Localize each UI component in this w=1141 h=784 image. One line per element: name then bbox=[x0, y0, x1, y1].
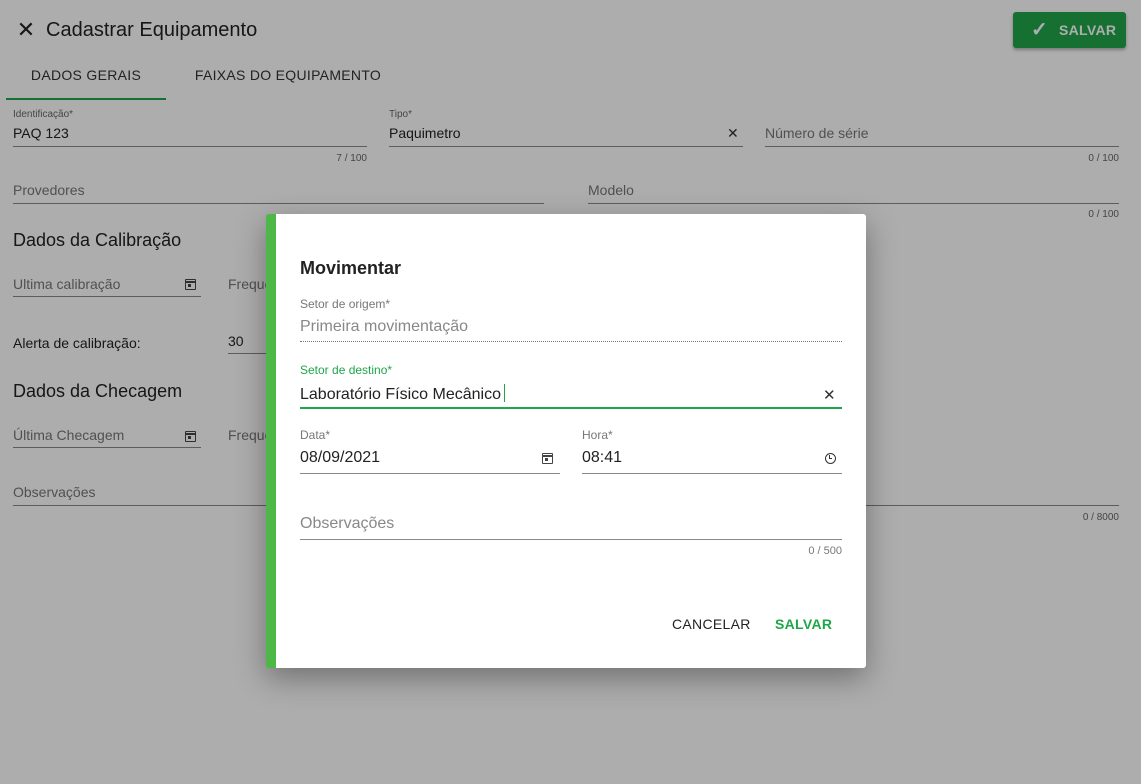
setor-origem-label: Setor de origem* bbox=[300, 297, 391, 311]
text-caret bbox=[503, 384, 505, 402]
hora-value: 08:41 bbox=[582, 449, 623, 466]
dialog-title: Movimentar bbox=[300, 258, 402, 278]
setor-destino-label: Setor de destino* bbox=[300, 363, 393, 377]
clear-icon[interactable]: ✕ bbox=[823, 386, 836, 404]
hora-underline bbox=[582, 473, 842, 474]
cancel-button[interactable]: CANCELAR bbox=[666, 612, 757, 636]
calendar-icon[interactable] bbox=[542, 453, 553, 464]
setor-origem-underline bbox=[300, 341, 842, 342]
dialog-observacoes-counter: 0 / 500 bbox=[808, 545, 842, 557]
setor-destino-value: Laboratório Físico Mecânico bbox=[300, 386, 501, 403]
hora-label: Hora* bbox=[582, 428, 613, 442]
movimentar-dialog: Movimentar Setor de origem* Primeira mov… bbox=[266, 214, 866, 668]
setor-origem-placeholder: Primeira movimentação bbox=[300, 318, 469, 335]
dialog-save-button[interactable]: SALVAR bbox=[769, 612, 838, 636]
dialog-observacoes-placeholder: Observações bbox=[300, 515, 395, 532]
setor-destino-underline bbox=[300, 407, 842, 409]
setor-destino-input[interactable]: Laboratório Físico Mecânico bbox=[300, 384, 505, 404]
data-value: 08/09/2021 bbox=[300, 449, 381, 466]
clock-icon[interactable] bbox=[825, 453, 836, 464]
data-label: Data* bbox=[300, 428, 331, 442]
dialog-observacoes-underline bbox=[300, 539, 842, 540]
data-underline bbox=[300, 473, 560, 474]
